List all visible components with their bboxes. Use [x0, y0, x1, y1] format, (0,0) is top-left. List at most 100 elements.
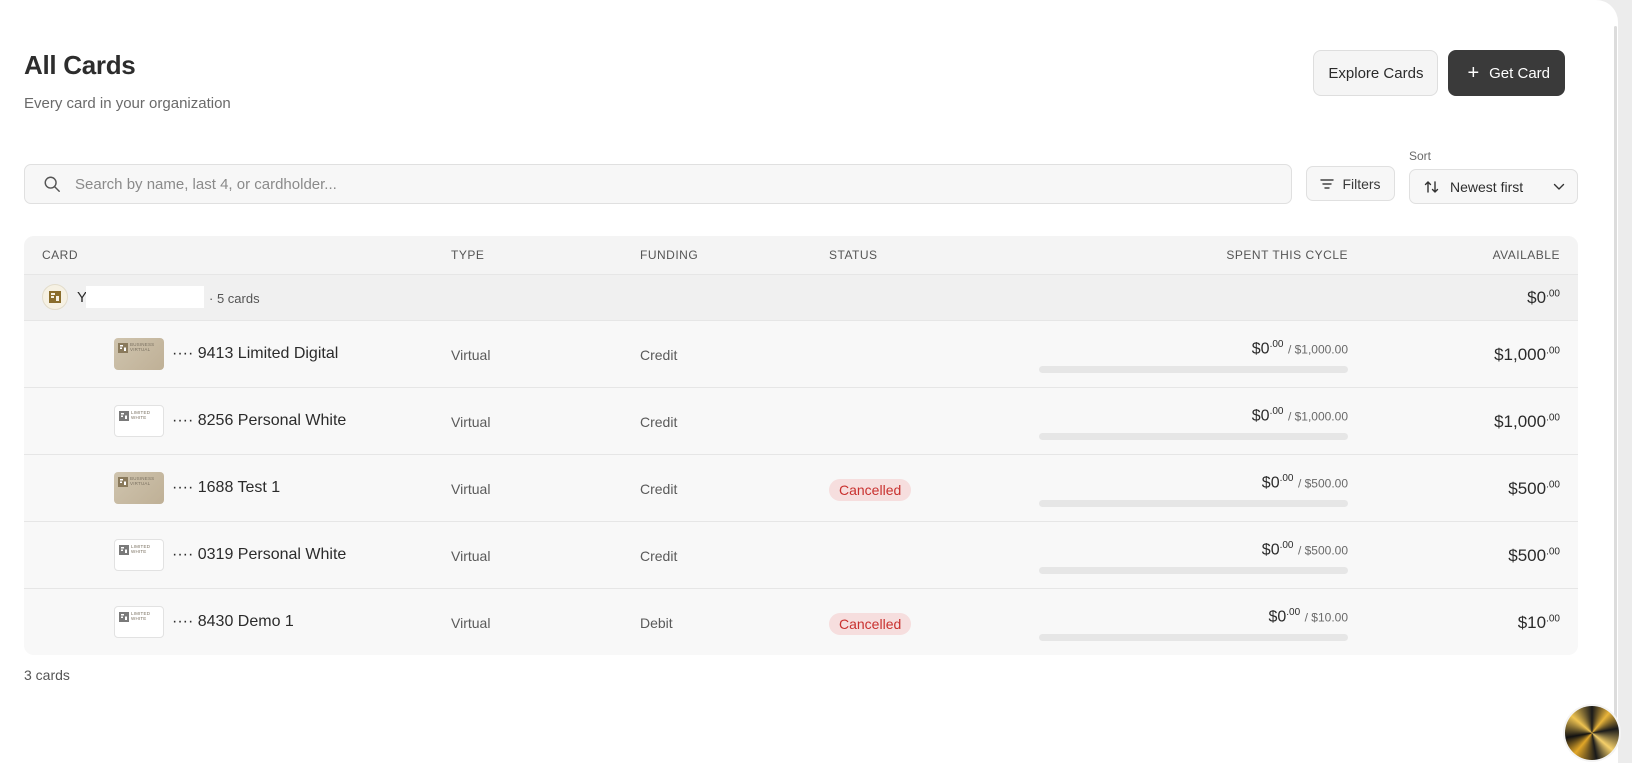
brand-logo-icon — [118, 343, 128, 353]
sort-select[interactable]: Newest first — [1409, 169, 1578, 204]
available-main: $500 — [1508, 546, 1547, 565]
column-funding: FUNDING — [640, 248, 699, 262]
cardholder-group-row[interactable]: Y · 5 cards $0.00 — [24, 274, 1578, 320]
spend-limit: / $500.00 — [1297, 476, 1348, 491]
column-spent: SPENT THIS CYCLE — [1226, 248, 1348, 262]
help-orb-icon[interactable] — [1565, 706, 1619, 760]
column-card: CARD — [42, 248, 79, 262]
table-row[interactable]: LIMITED WHITE ···· 0319 Personal White V… — [24, 521, 1578, 588]
page-header: All Cards Every card in your organizatio… — [24, 50, 231, 112]
spent-this-cycle: $0.00 / $10.00 — [1268, 607, 1348, 626]
card-available: $1,000.00 — [1494, 412, 1560, 432]
card-name[interactable]: ···· 8256 Personal White — [172, 412, 346, 430]
spend-limit: / $1,000.00 — [1287, 409, 1348, 424]
card-funding: Debit — [640, 615, 673, 631]
card-available: $500.00 — [1508, 546, 1560, 566]
spent-this-cycle: $0.00 / $500.00 — [1262, 540, 1348, 559]
table-row[interactable]: LIMITED WHITE ···· 8430 Demo 1 Virtual D… — [24, 588, 1578, 655]
card-type: Virtual — [451, 414, 491, 430]
spent-cents: .00 — [1269, 406, 1284, 417]
card-thumbnail: BUSINESS VIRTUAL — [114, 338, 164, 370]
card-type: Virtual — [451, 481, 491, 497]
amount-main: $0 — [1527, 288, 1547, 307]
spend-progress-bar — [1039, 500, 1348, 507]
spent-cents: .00 — [1269, 339, 1284, 350]
spent-cents: .00 — [1279, 540, 1294, 551]
page-subtitle: Every card in your organization — [24, 95, 231, 112]
search-icon — [44, 176, 60, 192]
sort-selected: Newest first — [1450, 178, 1524, 195]
card-name[interactable]: ···· 9413 Limited Digital — [172, 345, 338, 363]
sort-label: Sort — [1409, 149, 1432, 163]
available-main: $1,000 — [1494, 412, 1547, 431]
filters-label: Filters — [1342, 175, 1381, 192]
chevron-down-icon — [1553, 183, 1565, 190]
available-cents: .00 — [1546, 412, 1560, 424]
spent-main: $0 — [1261, 541, 1280, 559]
sort-arrows-icon — [1424, 180, 1439, 193]
spend-limit: / $10.00 — [1304, 610, 1348, 625]
spend-limit: / $500.00 — [1297, 543, 1348, 558]
card-thumbnail: BUSINESS VIRTUAL — [114, 472, 164, 504]
card-available: $1,000.00 — [1494, 345, 1560, 365]
search-bar[interactable] — [24, 164, 1292, 204]
cardholder-card-count: · 5 cards — [209, 291, 260, 306]
card-name[interactable]: ···· 8430 Demo 1 — [172, 613, 294, 631]
table-row[interactable]: BUSINESS VIRTUAL ···· 9413 Limited Digit… — [24, 320, 1578, 387]
spend-progress-bar — [1039, 567, 1348, 574]
app-window: All Cards Every card in your organizatio… — [0, 0, 1618, 763]
card-thumbnail-text: LIMITED WHITE — [131, 611, 151, 621]
explore-cards-button[interactable]: Explore Cards — [1313, 50, 1439, 96]
available-cents: .00 — [1546, 613, 1560, 625]
spend-progress-bar — [1039, 634, 1348, 641]
redacted-name-mask — [86, 286, 204, 308]
card-funding: Credit — [640, 414, 678, 430]
amount-cents: .00 — [1546, 288, 1560, 300]
table-row[interactable]: BUSINESS VIRTUAL ···· 1688 Test 1 Virtua… — [24, 454, 1578, 521]
spend-limit: / $1,000.00 — [1287, 342, 1348, 357]
scrollbar[interactable] — [1614, 26, 1617, 726]
avatar — [42, 284, 68, 310]
brand-logo-icon — [118, 477, 128, 487]
search-input[interactable] — [73, 174, 1291, 194]
card-thumbnail: LIMITED WHITE — [114, 539, 164, 571]
spend-progress-bar — [1039, 366, 1348, 373]
get-card-button[interactable]: + Get Card — [1448, 50, 1565, 96]
spent-main: $0 — [1261, 474, 1280, 492]
card-funding: Credit — [640, 481, 678, 497]
card-type: Virtual — [451, 347, 491, 363]
cards-table: CARD TYPE FUNDING STATUS SPENT THIS CYCL… — [24, 236, 1578, 655]
spend-progress-bar — [1039, 433, 1348, 440]
column-available: AVAILABLE — [1492, 248, 1560, 262]
available-main: $1,000 — [1494, 345, 1547, 364]
spent-cents: .00 — [1286, 607, 1301, 618]
spent-main: $0 — [1251, 407, 1270, 425]
filter-lines-icon — [1320, 178, 1335, 189]
card-thumbnail-text: BUSINESS VIRTUAL — [130, 476, 155, 486]
card-thumbnail-text: LIMITED WHITE — [131, 410, 151, 420]
card-thumbnail-text: BUSINESS VIRTUAL — [130, 342, 155, 352]
explore-cards-label: Explore Cards — [1328, 64, 1424, 82]
card-name[interactable]: ···· 0319 Personal White — [172, 546, 346, 564]
card-thumbnail: LIMITED WHITE — [114, 606, 164, 638]
column-type: TYPE — [451, 248, 485, 262]
page-title: All Cards — [24, 50, 136, 80]
spent-main: $0 — [1251, 340, 1270, 358]
filters-button[interactable]: Filters — [1306, 166, 1395, 201]
status-badge: Cancelled — [829, 613, 912, 635]
spent-main: $0 — [1268, 608, 1287, 626]
header-actions: Explore Cards + Get Card — [1313, 50, 1565, 96]
table-row[interactable]: LIMITED WHITE ···· 8256 Personal White V… — [24, 387, 1578, 454]
table-body: BUSINESS VIRTUAL ···· 9413 Limited Digit… — [24, 320, 1578, 655]
brand-logo-icon — [119, 612, 129, 622]
table-header: CARD TYPE FUNDING STATUS SPENT THIS CYCL… — [24, 236, 1578, 274]
card-available: $10.00 — [1518, 613, 1560, 633]
status-badge: Cancelled — [829, 479, 912, 501]
available-cents: .00 — [1546, 479, 1560, 491]
available-cents: .00 — [1546, 345, 1560, 357]
brand-logo-icon — [49, 291, 61, 303]
cardholder-available: $0.00 — [1527, 288, 1560, 308]
spent-this-cycle: $0.00 / $1,000.00 — [1252, 339, 1348, 358]
spent-cents: .00 — [1279, 473, 1294, 484]
card-name[interactable]: ···· 1688 Test 1 — [172, 479, 280, 497]
